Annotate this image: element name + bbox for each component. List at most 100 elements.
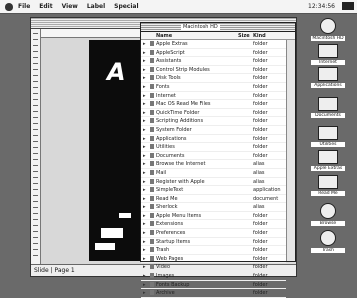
folder-icon bbox=[150, 58, 154, 64]
disclosure-triangle-icon[interactable]: ▸ bbox=[143, 204, 146, 210]
disclosure-triangle-icon[interactable]: ▸ bbox=[143, 230, 146, 236]
finder-row[interactable]: ▸ Sherlock alias bbox=[141, 203, 286, 212]
disclosure-triangle-icon[interactable]: ▸ bbox=[143, 136, 146, 142]
finder-row[interactable]: ▸ Web Pages folder bbox=[141, 255, 286, 264]
row-name: Register with Apple bbox=[156, 178, 205, 185]
finder-row[interactable]: ▸ Video folder bbox=[141, 263, 286, 273]
disclosure-triangle-icon[interactable]: ▸ bbox=[143, 221, 146, 227]
folder-icon bbox=[150, 169, 154, 175]
finder-row[interactable]: ▸ Images folder bbox=[141, 272, 286, 281]
finder-row[interactable]: ▸ Register with Apple alias bbox=[141, 178, 286, 187]
disclosure-triangle-icon[interactable]: ▸ bbox=[143, 161, 146, 167]
ruler-tick bbox=[33, 93, 38, 94]
disclosure-triangle-icon[interactable]: ▸ bbox=[143, 153, 146, 159]
column-kind[interactable]: Kind bbox=[253, 33, 266, 39]
menu-file[interactable]: File bbox=[18, 3, 30, 10]
disclosure-triangle-icon[interactable]: ▸ bbox=[143, 101, 146, 107]
finder-row[interactable]: ▸ Preferences folder bbox=[141, 229, 286, 238]
finder-row[interactable]: ▸ Trash folder bbox=[141, 246, 286, 255]
desktop-icon[interactable]: Documents bbox=[311, 97, 345, 118]
menu-bar: File Edit View Label Special 12:34:56 bbox=[0, 0, 357, 14]
disclosure-triangle-icon[interactable]: ▸ bbox=[143, 41, 146, 47]
disclosure-triangle-icon[interactable]: ▸ bbox=[143, 282, 146, 288]
menu-view[interactable]: View bbox=[62, 3, 78, 10]
row-name: Sherlock bbox=[156, 204, 178, 211]
desktop-icon[interactable]: Applications bbox=[311, 67, 345, 88]
finder-row[interactable]: ▸ Mail alias bbox=[141, 169, 286, 178]
finder-row[interactable]: ▸ Fonts folder bbox=[141, 83, 286, 92]
finder-row[interactable]: ▸ Assistants folder bbox=[141, 57, 286, 66]
disclosure-triangle-icon[interactable]: ▸ bbox=[143, 170, 146, 176]
menu-special[interactable]: Special bbox=[114, 3, 138, 10]
row-kind: alias bbox=[253, 178, 265, 185]
disclosure-triangle-icon[interactable]: ▸ bbox=[143, 67, 146, 73]
disclosure-triangle-icon[interactable]: ▸ bbox=[143, 75, 146, 81]
finder-row[interactable]: ▸ Utilities folder bbox=[141, 143, 286, 152]
disclosure-triangle-icon[interactable]: ▸ bbox=[143, 256, 146, 262]
finder-row[interactable]: ▸ Applications folder bbox=[141, 135, 286, 144]
finder-row[interactable]: ▸ Fonts Backup folder bbox=[141, 281, 286, 290]
row-kind: folder bbox=[253, 118, 268, 125]
finder-row[interactable]: ▸ Mac OS Read Me Files folder bbox=[141, 100, 286, 109]
disclosure-triangle-icon[interactable]: ▸ bbox=[143, 50, 146, 56]
page-block bbox=[101, 228, 123, 238]
finder-row[interactable]: ▸ Read Me document bbox=[141, 195, 286, 204]
disclosure-triangle-icon[interactable]: ▸ bbox=[143, 196, 146, 202]
row-kind: folder bbox=[253, 264, 268, 271]
finder-row[interactable]: ▸ Internet folder bbox=[141, 92, 286, 101]
finder-row[interactable]: ▸ Apple Extras folder bbox=[141, 40, 286, 49]
disclosure-triangle-icon[interactable]: ▸ bbox=[143, 118, 146, 124]
folder-icon bbox=[150, 66, 154, 72]
finder-title-bar[interactable]: Macintosh HD bbox=[141, 23, 295, 32]
desktop-icon[interactable]: Utilities bbox=[311, 126, 345, 147]
finder-row[interactable]: ▸ Scripting Additions folder bbox=[141, 117, 286, 126]
finder-row[interactable]: ▸ Documents folder bbox=[141, 152, 286, 161]
disclosure-triangle-icon[interactable]: ▸ bbox=[143, 127, 146, 133]
desktop-icon[interactable]: Trash bbox=[311, 230, 345, 253]
desktop-icon[interactable]: Browse bbox=[311, 203, 345, 226]
desktop-icon[interactable]: Read Me bbox=[311, 175, 345, 196]
finder-row[interactable]: ▸ System Folder folder bbox=[141, 126, 286, 135]
menu-label[interactable]: Label bbox=[87, 3, 105, 10]
column-name[interactable]: Name bbox=[156, 33, 172, 39]
finder-row[interactable]: ▸ Archive folder bbox=[141, 289, 286, 298]
application-menu-icon[interactable] bbox=[342, 2, 354, 10]
ruler-tick bbox=[33, 105, 38, 106]
ruler-tick bbox=[33, 213, 38, 214]
desktop-icon-label: Apple Extras bbox=[311, 166, 345, 171]
disclosure-triangle-icon[interactable]: ▸ bbox=[143, 247, 146, 253]
disclosure-triangle-icon[interactable]: ▸ bbox=[143, 290, 146, 296]
finder-row[interactable]: ▸ Extensions folder bbox=[141, 220, 286, 230]
disclosure-triangle-icon[interactable]: ▸ bbox=[143, 110, 146, 116]
disclosure-triangle-icon[interactable]: ▸ bbox=[143, 187, 146, 193]
desktop-icon[interactable]: Internet bbox=[311, 44, 345, 65]
disclosure-triangle-icon[interactable]: ▸ bbox=[143, 213, 146, 219]
disclosure-triangle-icon[interactable]: ▸ bbox=[143, 179, 146, 185]
disclosure-triangle-icon[interactable]: ▸ bbox=[143, 264, 146, 270]
finder-row[interactable]: ▸ Control Strip Modules folder bbox=[141, 66, 286, 75]
finder-row[interactable]: ▸ QuickTime Folder folder bbox=[141, 109, 286, 118]
finder-row[interactable]: ▸ SimpleText application bbox=[141, 186, 286, 195]
desktop-icon[interactable]: Macintosh HD bbox=[311, 18, 345, 41]
disclosure-triangle-icon[interactable]: ▸ bbox=[143, 58, 146, 64]
finder-row[interactable]: ▸ Startup Items folder bbox=[141, 238, 286, 247]
finder-row[interactable]: ▸ Browse the Internet alias bbox=[141, 160, 286, 169]
finder-scrollbar[interactable] bbox=[286, 40, 295, 261]
disclosure-triangle-icon[interactable]: ▸ bbox=[143, 273, 146, 279]
row-name: Disk Tools bbox=[156, 75, 181, 82]
row-kind: alias bbox=[253, 204, 265, 211]
row-name: Applications bbox=[156, 135, 187, 142]
row-name: Read Me bbox=[156, 195, 178, 202]
disclosure-triangle-icon[interactable]: ▸ bbox=[143, 84, 146, 90]
menu-edit[interactable]: Edit bbox=[39, 3, 52, 10]
finder-row[interactable]: ▸ AppleScript folder bbox=[141, 49, 286, 58]
desktop-icon[interactable]: Apple Extras bbox=[311, 150, 345, 171]
disclosure-triangle-icon[interactable]: ▸ bbox=[143, 144, 146, 150]
disclosure-triangle-icon[interactable]: ▸ bbox=[143, 93, 146, 99]
column-size[interactable]: Size bbox=[238, 33, 250, 39]
apple-menu-icon[interactable] bbox=[5, 2, 13, 11]
finder-row[interactable]: ▸ Disk Tools folder bbox=[141, 74, 286, 83]
finder-row[interactable]: ▸ Apple Menu Items folder bbox=[141, 212, 286, 221]
disclosure-triangle-icon[interactable]: ▸ bbox=[143, 239, 146, 245]
page-indicator[interactable]: Slide | Page 1 bbox=[34, 267, 75, 274]
